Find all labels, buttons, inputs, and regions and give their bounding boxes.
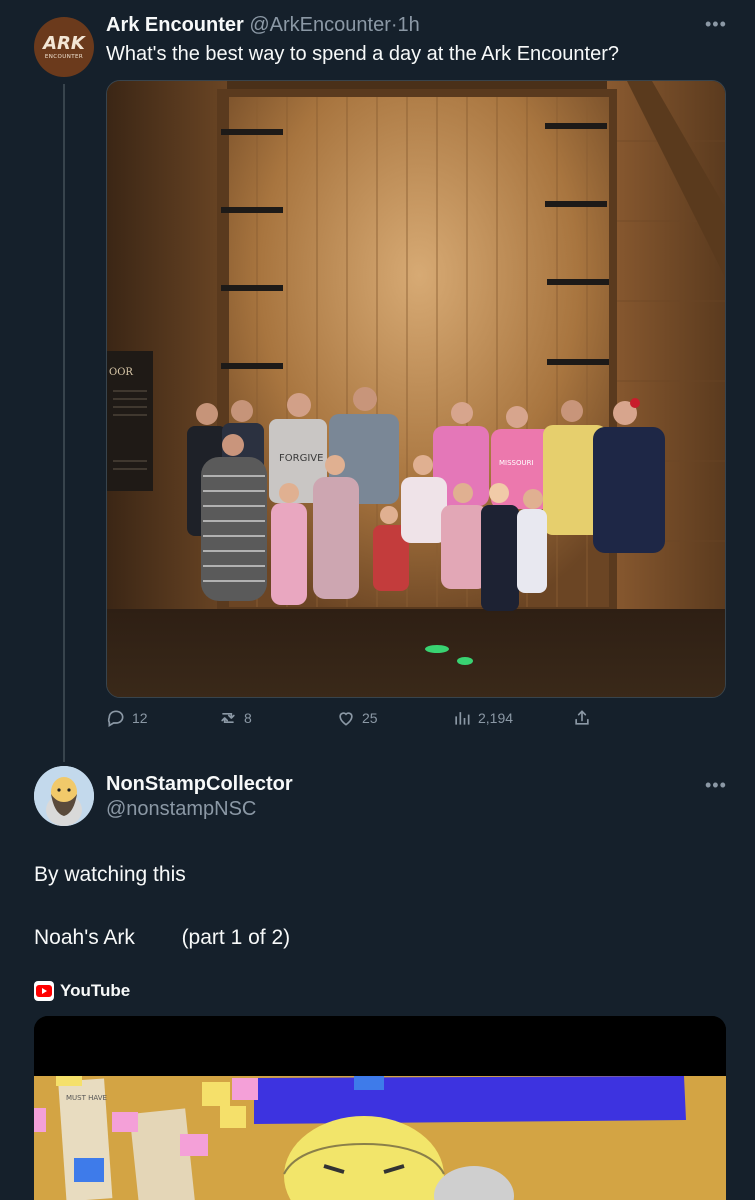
retweet-count: 8 (244, 710, 252, 726)
tweet1-author-name[interactable]: Ark Encounter (106, 14, 244, 36)
view-count: 2,194 (478, 710, 514, 726)
tweet2-author-name[interactable]: NonStampCollector (106, 773, 293, 796)
video-thumbnail: MUST HAVE (34, 1016, 726, 1200)
tweet1-author-handle[interactable]: @ArkEncounter (249, 14, 390, 36)
thread-connector-line (63, 84, 65, 762)
youtube-icon (34, 981, 54, 1001)
tweet1-text: What's the best way to spend a day at th… (106, 43, 620, 65)
video-note-text: MUST HAVE (66, 1094, 107, 1102)
photo-shirt-text: FORGIVE (279, 453, 323, 464)
group-photo-at-ark-door: OOR FORGIVE MISSOURI (107, 81, 725, 697)
ark-encounter-avatar[interactable]: ARK ENCOUNTER (34, 17, 94, 77)
tweet1-separator: · (390, 14, 398, 36)
bearded-cartoon-avatar (34, 766, 94, 826)
analytics-icon (455, 712, 470, 725)
tweet2-more-options-icon[interactable]: ••• (705, 775, 727, 796)
tweet1-action-bar: 12 8 25 2,194 (106, 708, 606, 734)
tweet2-text-line1: By watching this (34, 863, 186, 886)
share-button[interactable] (572, 708, 598, 728)
ark-logo-subtext: ENCOUNTER (44, 53, 84, 60)
tweet1-photo[interactable]: OOR FORGIVE MISSOURI (106, 80, 726, 698)
youtube-source-label[interactable]: YouTube (34, 981, 130, 1001)
reply-icon (107, 710, 124, 727)
tweet1-timestamp[interactable]: 1h (398, 14, 420, 36)
tweet2-text-line2: Noah's Ark (part 1 of 2) (34, 926, 291, 949)
reply-button[interactable]: 12 (106, 708, 148, 728)
youtube-video-embed[interactable]: MUST HAVE (34, 1016, 726, 1200)
like-button[interactable]: 25 (336, 708, 378, 728)
youtube-label: YouTube (60, 981, 131, 1000)
ark-logo-text: ARK (43, 32, 85, 54)
retweet-icon (221, 713, 235, 723)
share-icon (575, 710, 589, 725)
like-count: 25 (362, 710, 378, 726)
heart-icon (339, 712, 353, 726)
tweet2-author-handle[interactable]: @nonstampNSC (106, 798, 256, 821)
retweet-button[interactable]: 8 (218, 708, 252, 728)
reply-count: 12 (132, 710, 148, 726)
photo-sign-text: OOR (109, 367, 133, 378)
tweet1-more-options-icon[interactable]: ••• (705, 14, 727, 35)
photo-shirt-text-2: MISSOURI (499, 459, 534, 467)
tweet1-header: Ark Encounter @ArkEncounter·1h (106, 14, 420, 37)
nonstampcollector-avatar[interactable] (34, 766, 94, 826)
views-button[interactable]: 2,194 (452, 708, 513, 728)
